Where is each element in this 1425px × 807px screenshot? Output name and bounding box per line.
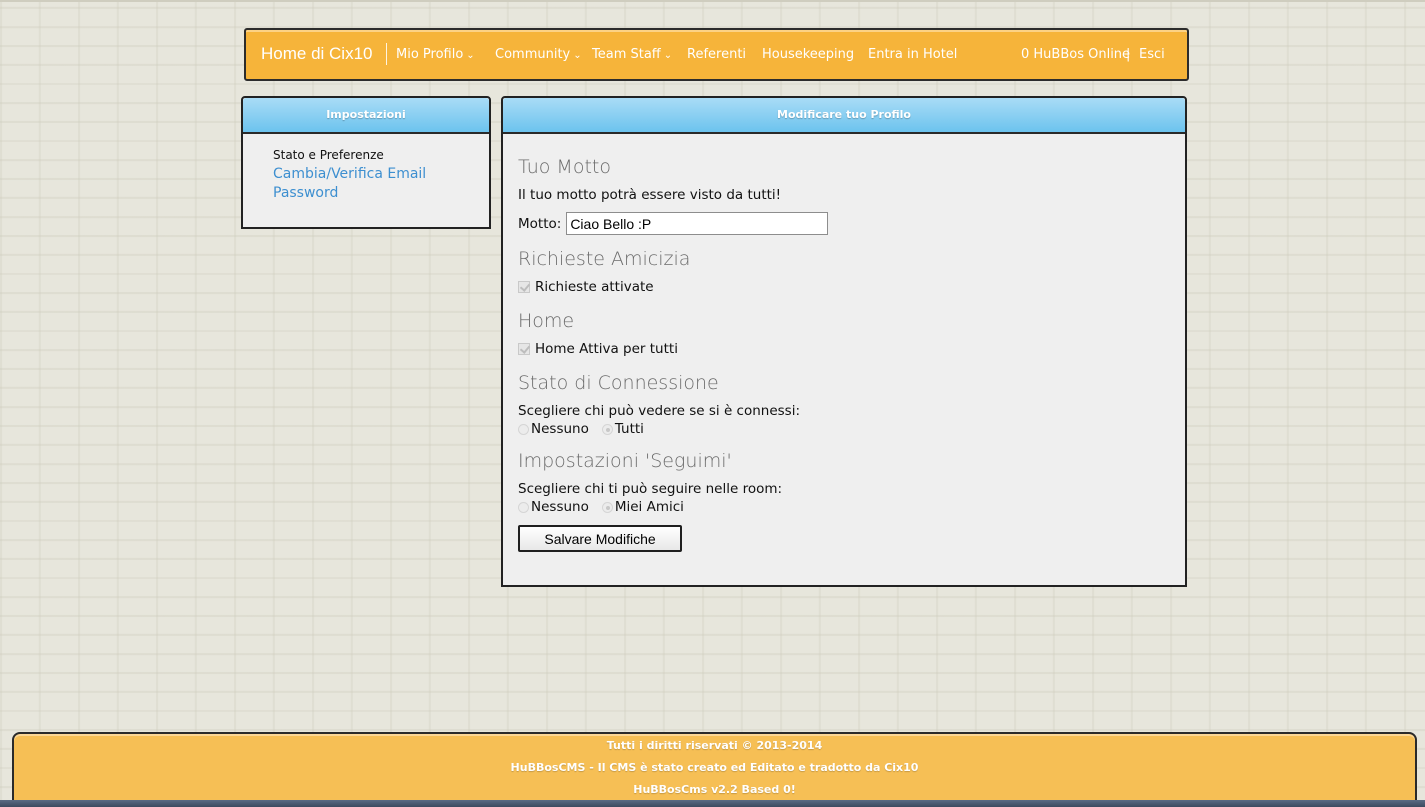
footer: Tutti i diritti riservati © 2013-2014 Hu… bbox=[12, 732, 1417, 807]
follow-none-radio[interactable] bbox=[518, 501, 529, 513]
nav-item-label: Mio Profilo bbox=[396, 47, 464, 62]
nav-item-housekeeping[interactable]: Housekeeping bbox=[762, 47, 854, 62]
follow-none-label: Nessuno bbox=[531, 499, 589, 515]
sidebar-item-password[interactable]: Password bbox=[273, 185, 489, 201]
nav-pipe-separator: | bbox=[1126, 47, 1131, 62]
chevron-down-icon: ⌄ bbox=[466, 50, 475, 61]
home-heading: Home bbox=[518, 310, 575, 332]
sidebar-item-stato-preferenze: Stato e Preferenze bbox=[273, 148, 384, 162]
footer-copyright: Tutti i diritti riservati © 2013-2014 bbox=[606, 739, 823, 752]
connection-status-description: Scegliere chi può vedere se si è conness… bbox=[518, 403, 801, 419]
motto-input[interactable] bbox=[566, 212, 829, 235]
status-all-radio[interactable] bbox=[601, 423, 613, 435]
nav-item-referenti[interactable]: Referenti bbox=[687, 47, 746, 62]
status-none-label: Nessuno bbox=[531, 421, 589, 437]
nav-item-label: Community bbox=[495, 47, 571, 62]
nav-item-community[interactable]: Community ⌄ bbox=[495, 47, 582, 62]
home-active-checkbox[interactable] bbox=[518, 343, 530, 355]
chevron-down-icon: ⌄ bbox=[573, 50, 582, 61]
top-border bbox=[0, 0, 1425, 2]
nav-item-team-staff[interactable]: Team Staff ⌄ bbox=[592, 47, 672, 62]
online-count: 0 HuBBos Online bbox=[1021, 47, 1131, 62]
panel-title: Modificare tuo Profilo bbox=[503, 98, 1185, 134]
save-button[interactable]: Salvare Modifiche bbox=[518, 525, 682, 552]
footer-version: HuBBosCms v2.2 Based 0! bbox=[633, 783, 796, 796]
follow-description: Scegliere chi ti può seguire nelle room: bbox=[518, 481, 783, 497]
friend-requests-checkbox[interactable] bbox=[518, 281, 530, 293]
footer-credits: HuBBosCMS - Il CMS è stato creato ed Edi… bbox=[510, 761, 919, 774]
connection-status-heading: Stato di Connessione bbox=[518, 372, 719, 394]
top-navbar: Home di Cix10 Mio Profilo ⌄ Community ⌄ Te… bbox=[244, 28, 1189, 81]
nav-item-label: Team Staff bbox=[592, 47, 661, 62]
sidebar-title: Impostazioni bbox=[243, 98, 489, 134]
friend-requests-label: Richieste attivate bbox=[535, 279, 654, 295]
follow-friends-label: Miei Amici bbox=[614, 499, 684, 515]
home-active-label: Home Attiva per tutti bbox=[535, 341, 678, 357]
nav-item-mio-profilo[interactable]: Mio Profilo ⌄ bbox=[396, 47, 475, 62]
follow-friends-radio[interactable] bbox=[601, 501, 613, 513]
status-all-label: Tutti bbox=[614, 421, 644, 437]
nav-brand[interactable]: Home di Cix10 bbox=[261, 44, 373, 64]
follow-heading: Impostazioni 'Seguimi' bbox=[518, 450, 732, 472]
sidebar-item-email[interactable]: Cambia/Verifica Email bbox=[273, 166, 489, 182]
logout-link[interactable]: Esci bbox=[1139, 47, 1165, 62]
chevron-down-icon: ⌄ bbox=[663, 50, 673, 61]
os-taskbar bbox=[0, 800, 1425, 807]
nav-item-entra-in-hotel[interactable]: Entra in Hotel bbox=[868, 47, 957, 62]
settings-sidebar: Impostazioni Stato e Preferenze Cambia/V… bbox=[241, 96, 491, 229]
motto-heading: Tuo Motto bbox=[518, 156, 611, 178]
status-none-radio[interactable] bbox=[518, 423, 529, 435]
friends-heading: Richieste Amicizia bbox=[518, 248, 691, 270]
nav-divider bbox=[386, 43, 387, 65]
motto-label: Motto: bbox=[518, 215, 562, 232]
motto-description: Il tuo motto potrà essere visto da tutti… bbox=[518, 187, 782, 203]
profile-edit-panel: Modificare tuo Profilo Tuo Motto Il tuo … bbox=[501, 96, 1187, 587]
